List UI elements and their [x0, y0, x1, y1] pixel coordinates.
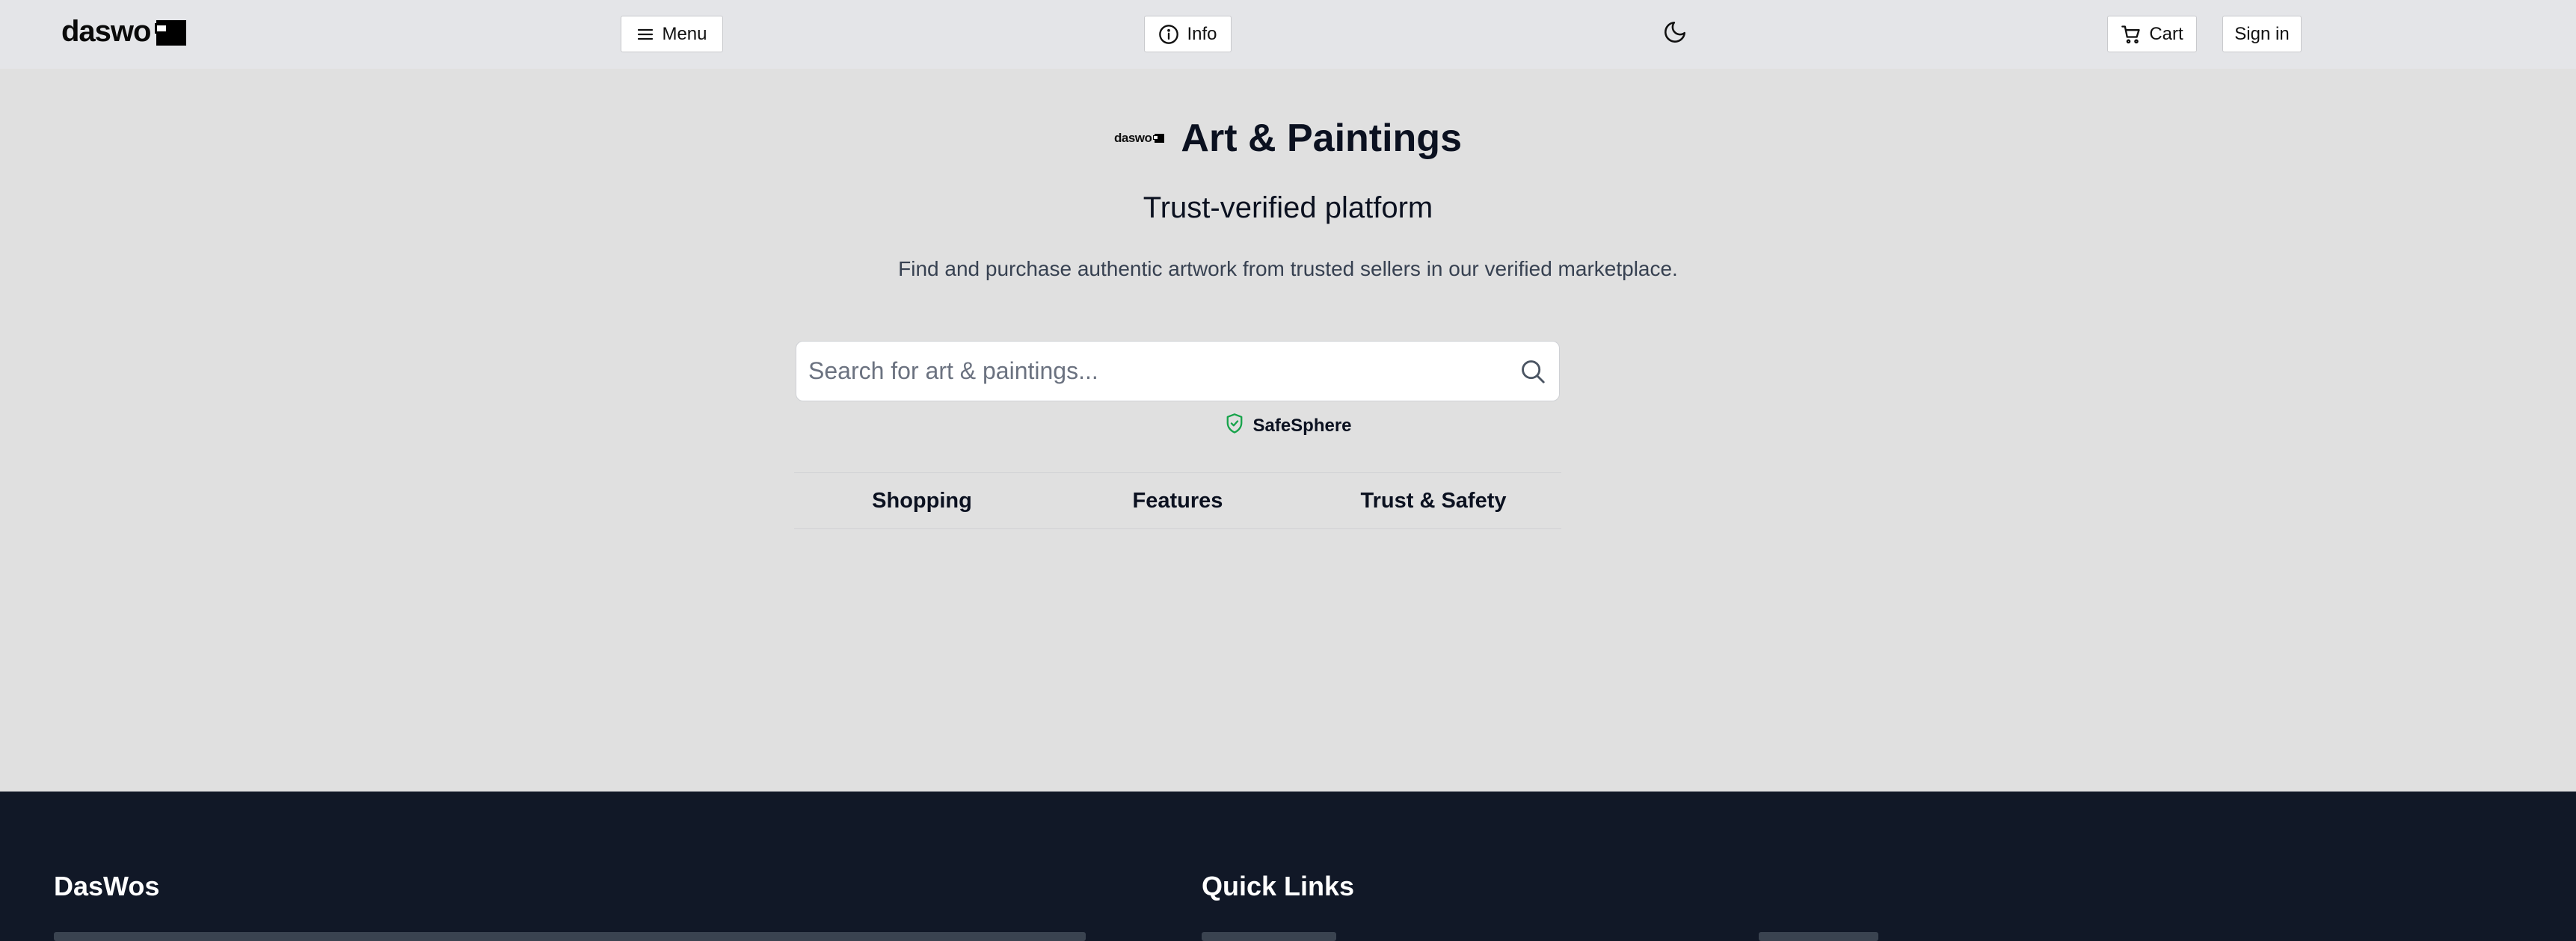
footer-quick-links-title: Quick Links — [1202, 871, 1355, 901]
theme-toggle-button[interactable] — [1660, 19, 1690, 49]
search-input[interactable] — [796, 342, 1507, 401]
category-tabs: Shopping Features Trust & Safety — [794, 472, 1561, 529]
mini-logo: daswo — [1114, 131, 1165, 146]
main-content: daswo Art & Paintings Trust-verified pla… — [0, 69, 2576, 792]
search-bar — [796, 341, 1560, 401]
moon-icon — [1662, 19, 1688, 49]
cart-icon — [2121, 24, 2142, 45]
page-subtitle: Trust-verified platform — [1143, 191, 1433, 224]
page-title: Art & Paintings — [1181, 117, 1462, 160]
daswos-logo[interactable]: daswo — [61, 15, 187, 49]
cart-button[interactable]: Cart — [2107, 16, 2197, 52]
menu-button[interactable]: Menu — [621, 16, 723, 52]
info-icon — [1158, 24, 1179, 45]
safesphere-label: SafeSphere — [1252, 416, 1352, 436]
page-description: Find and purchase authentic artwork from… — [898, 257, 1678, 280]
site-footer: DasWos Quick Links — [0, 792, 2576, 941]
mini-logo-mark-icon — [1152, 133, 1165, 144]
sign-in-label: Sign in — [2234, 23, 2290, 44]
mini-logo-text: daswo — [1114, 131, 1152, 145]
tab-features[interactable]: Features — [1050, 473, 1306, 528]
hero-title-row: daswo Art & Paintings — [0, 112, 2576, 164]
footer-cutoff-text — [54, 932, 1086, 941]
logo-text: daswo — [61, 15, 151, 48]
safesphere-badge[interactable]: SafeSphere — [0, 411, 2576, 441]
footer-brand: DasWos — [54, 871, 160, 901]
menu-label: Menu — [662, 23, 707, 44]
shield-check-icon — [1224, 413, 1245, 440]
menu-icon — [636, 25, 654, 43]
footer-cutoff-link[interactable] — [1759, 932, 1878, 941]
tab-trust-safety[interactable]: Trust & Safety — [1306, 473, 1561, 528]
logo-mark-icon — [152, 17, 187, 47]
footer-cutoff-link[interactable] — [1202, 932, 1336, 941]
info-label: Info — [1187, 23, 1217, 44]
cart-label: Cart — [2149, 23, 2183, 44]
tab-shopping[interactable]: Shopping — [794, 473, 1050, 528]
search-icon[interactable] — [1507, 342, 1559, 401]
top-header: daswo Menu Info Cart Sign in — [0, 0, 2576, 69]
sign-in-button[interactable]: Sign in — [2222, 16, 2302, 52]
info-button[interactable]: Info — [1144, 16, 1232, 52]
